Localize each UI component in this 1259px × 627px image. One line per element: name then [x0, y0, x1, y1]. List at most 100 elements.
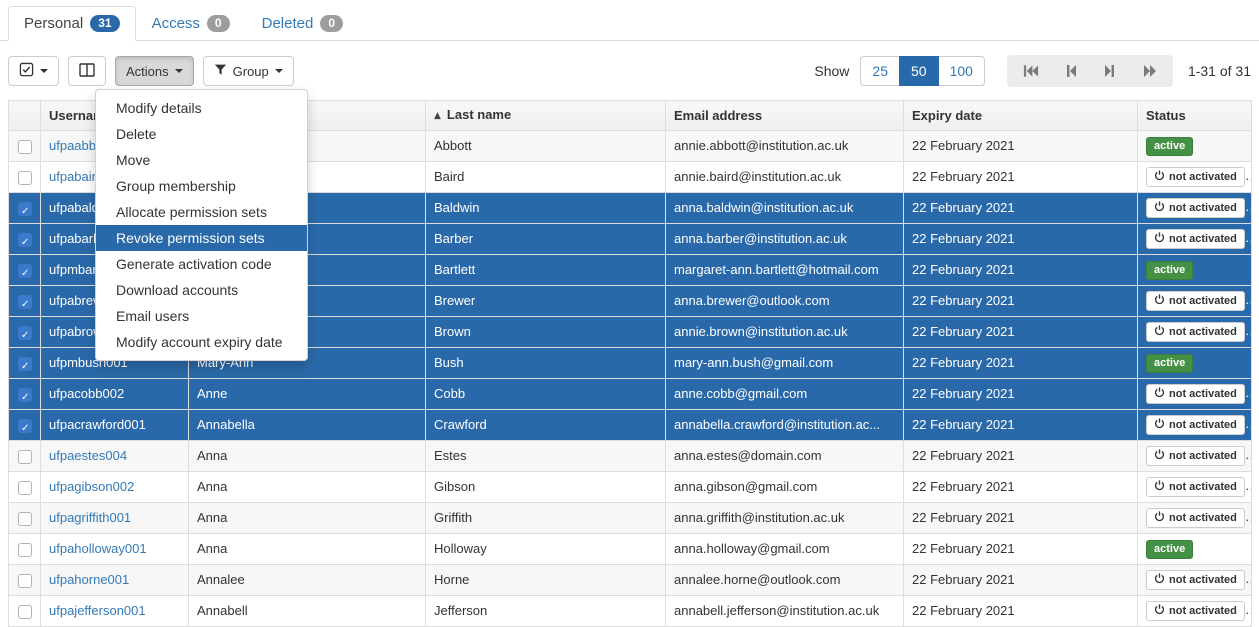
menu-item-modify-details[interactable]: Modify details: [96, 95, 307, 121]
table-row[interactable]: ufpagibson002AnnaGibsonanna.gibson@gmail…: [9, 472, 1252, 503]
menu-item-generate-activation-code[interactable]: Generate activation code: [96, 251, 307, 277]
username-cell: ufpacrawford001: [41, 410, 189, 441]
menu-item-modify-account-expiry-date[interactable]: Modify account expiry date: [96, 329, 307, 355]
power-icon: [1154, 201, 1165, 215]
username-link[interactable]: ufpacrawford001: [49, 417, 146, 432]
status-badge-active: active: [1146, 354, 1193, 373]
first-page-icon[interactable]: [1022, 63, 1039, 79]
row-checkbox[interactable]: [18, 326, 32, 340]
row-checkbox-cell: [9, 472, 41, 503]
username-cell: ufpaholloway001: [41, 534, 189, 565]
expiry-date-cell: 22 February 2021: [904, 255, 1138, 286]
status-cell: not activated: [1138, 441, 1252, 472]
row-checkbox[interactable]: [18, 295, 32, 309]
status-cell: active: [1138, 534, 1252, 565]
row-checkbox[interactable]: [18, 605, 32, 619]
row-checkbox-cell: [9, 193, 41, 224]
last-page-icon[interactable]: [1142, 63, 1158, 79]
row-checkbox[interactable]: [18, 450, 32, 464]
username-link[interactable]: ufpagibson002: [49, 479, 134, 494]
row-checkbox[interactable]: [18, 233, 32, 247]
table-row[interactable]: ufpaholloway001AnnaHollowayanna.holloway…: [9, 534, 1252, 565]
email-cell: anna.gibson@gmail.com: [666, 472, 904, 503]
last-name-cell: Jefferson: [426, 596, 666, 627]
status-badge-not-activated: not activated: [1146, 570, 1245, 590]
row-checkbox[interactable]: [18, 574, 32, 588]
table-row[interactable]: ufpacrawford001AnnabellaCrawfordannabell…: [9, 410, 1252, 441]
power-icon: [1154, 387, 1165, 401]
menu-item-move[interactable]: Move: [96, 147, 307, 173]
menu-item-download-accounts[interactable]: Download accounts: [96, 277, 307, 303]
show-label: Show: [814, 63, 849, 79]
status-cell: not activated: [1138, 410, 1252, 441]
row-checkbox[interactable]: [18, 388, 32, 402]
row-checkbox-cell: [9, 162, 41, 193]
previous-page-icon[interactable]: [1064, 63, 1078, 79]
last-name-cell: Bush: [426, 348, 666, 379]
email-cell: annie.brown@institution.ac.uk: [666, 317, 904, 348]
tab-access[interactable]: Access 0: [136, 6, 246, 41]
row-checkbox-cell: [9, 224, 41, 255]
last-name-cell: Estes: [426, 441, 666, 472]
status-cell: not activated: [1138, 596, 1252, 627]
menu-item-group-membership[interactable]: Group membership: [96, 173, 307, 199]
status-cell: active: [1138, 348, 1252, 379]
username-link[interactable]: ufpaestes004: [49, 448, 127, 463]
row-checkbox[interactable]: [18, 171, 32, 185]
page-size-50[interactable]: 50: [899, 56, 939, 86]
menu-item-revoke-permission-sets[interactable]: Revoke permission sets: [96, 225, 307, 251]
menu-item-allocate-permission-sets[interactable]: Allocate permission sets: [96, 199, 307, 225]
select-rows-dropdown-button[interactable]: [8, 56, 59, 86]
table-row[interactable]: ufpacobb002AnneCobbanne.cobb@gmail.com22…: [9, 379, 1252, 410]
status-badge-not-activated: not activated: [1146, 322, 1245, 342]
first-name-cell: Anna: [189, 503, 426, 534]
username-cell: ufpajefferson001: [41, 596, 189, 627]
row-checkbox-cell: [9, 565, 41, 596]
username-link[interactable]: ufpacobb002: [49, 386, 124, 401]
row-checkbox[interactable]: [18, 202, 32, 216]
username-link[interactable]: ufpajefferson001: [49, 603, 146, 618]
toggle-columns-button[interactable]: [68, 56, 106, 86]
username-link[interactable]: ufpahorne001: [49, 572, 129, 587]
row-checkbox[interactable]: [18, 512, 32, 526]
row-checkbox[interactable]: [18, 140, 32, 154]
last-name-cell: Abbott: [426, 131, 666, 162]
username-link[interactable]: ufpagriffith001: [49, 510, 131, 525]
page-size-100[interactable]: 100: [938, 56, 985, 86]
next-page-icon[interactable]: [1103, 63, 1117, 79]
column-header-status[interactable]: Status: [1138, 101, 1252, 131]
row-checkbox-cell: [9, 317, 41, 348]
expiry-date-cell: 22 February 2021: [904, 131, 1138, 162]
username-link[interactable]: ufpaholloway001: [49, 541, 147, 556]
table-row[interactable]: ufpaestes004AnnaEstesanna.estes@domain.c…: [9, 441, 1252, 472]
column-header-last-name[interactable]: ▲Last name: [426, 101, 666, 131]
last-name-cell: Griffith: [426, 503, 666, 534]
row-checkbox[interactable]: [18, 357, 32, 371]
row-checkbox-cell: [9, 503, 41, 534]
tab-personal-count-badge: 31: [90, 15, 119, 32]
status-cell: not activated: [1138, 379, 1252, 410]
group-filter-button[interactable]: Group: [203, 56, 294, 86]
row-checkbox[interactable]: [18, 543, 32, 557]
table-row[interactable]: ufpahorne001AnnaleeHorneannalee.horne@ou…: [9, 565, 1252, 596]
row-checkbox-cell: [9, 441, 41, 472]
table-row[interactable]: ufpajefferson001AnnabellJeffersonannabel…: [9, 596, 1252, 627]
tab-deleted[interactable]: Deleted 0: [246, 6, 359, 41]
expiry-date-cell: 22 February 2021: [904, 193, 1138, 224]
column-header-expiry-date[interactable]: Expiry date: [904, 101, 1138, 131]
actions-button[interactable]: Actions: [115, 56, 194, 86]
row-checkbox[interactable]: [18, 419, 32, 433]
email-cell: anna.estes@domain.com: [666, 441, 904, 472]
row-checkbox[interactable]: [18, 264, 32, 278]
page-size-25[interactable]: 25: [860, 56, 900, 86]
row-checkbox-cell: [9, 596, 41, 627]
filter-funnel-icon: [214, 63, 227, 79]
tab-personal[interactable]: Personal 31: [8, 6, 136, 41]
power-icon: [1154, 325, 1165, 339]
table-row[interactable]: ufpagriffith001AnnaGriffithanna.griffith…: [9, 503, 1252, 534]
column-header-email-address[interactable]: Email address: [666, 101, 904, 131]
menu-item-delete[interactable]: Delete: [96, 121, 307, 147]
email-cell: anna.brewer@outlook.com: [666, 286, 904, 317]
row-checkbox[interactable]: [18, 481, 32, 495]
menu-item-email-users[interactable]: Email users: [96, 303, 307, 329]
